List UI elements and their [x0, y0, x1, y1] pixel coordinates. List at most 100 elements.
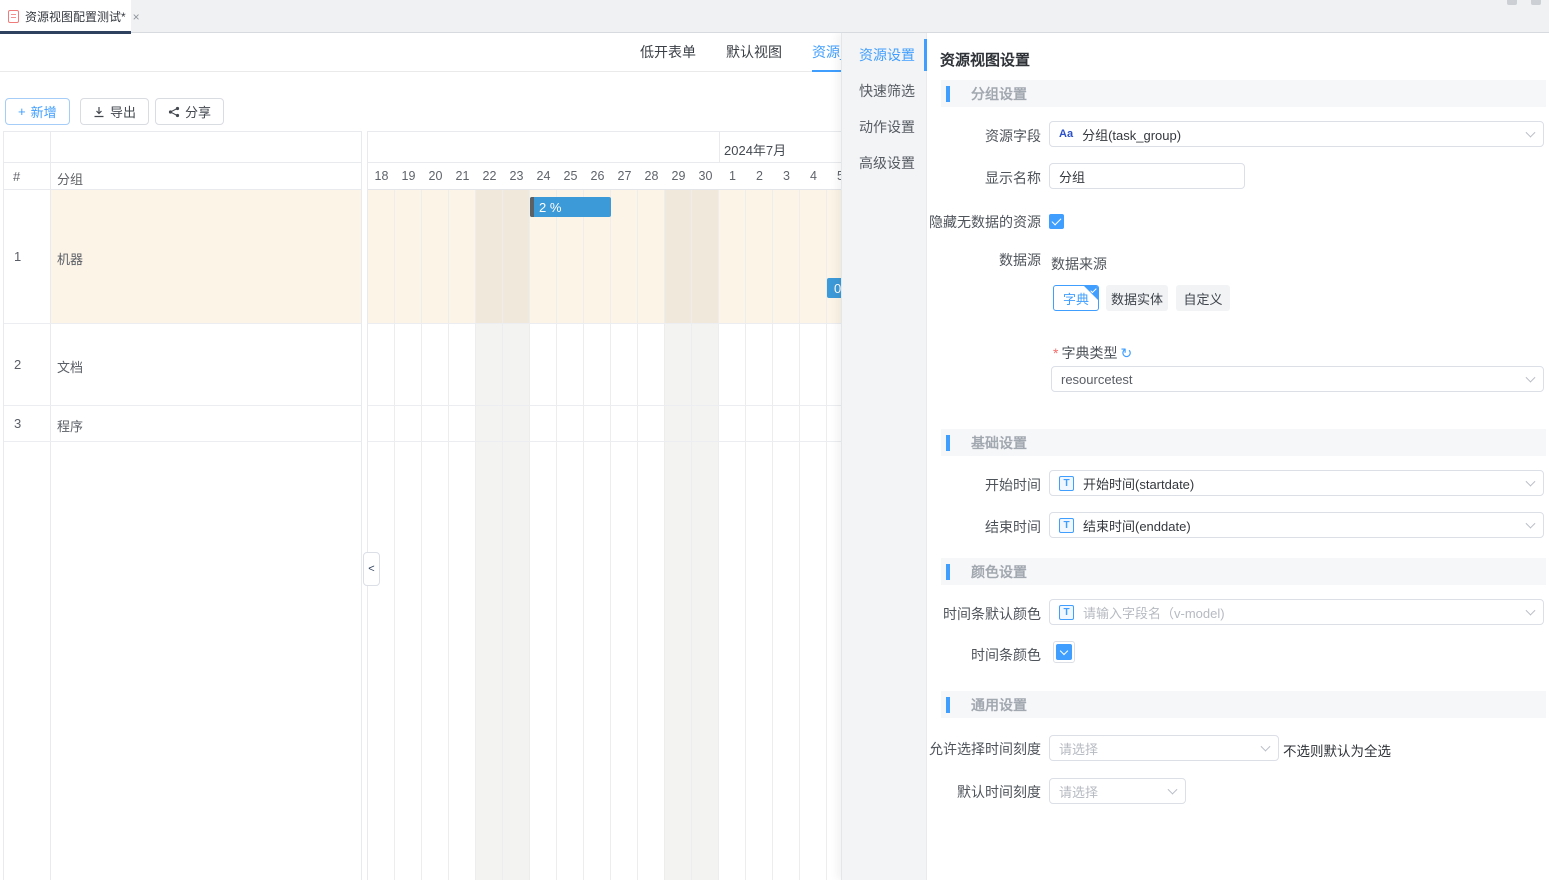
day-label: 1 [719, 169, 746, 189]
tab-default-view[interactable]: 默认视图 [726, 33, 782, 72]
month-label: 2024年7月 [724, 140, 786, 159]
start-time-value: 开始时间(startdate) [1083, 474, 1194, 493]
default-scale-placeholder: 请选择 [1059, 782, 1098, 801]
datasource-option-entity[interactable]: 数据实体 [1106, 285, 1168, 311]
gantt-resource-table: # 分组 1 机器 2 文档 3 程序 [3, 131, 362, 880]
display-name-value: 分组 [1059, 167, 1085, 186]
chevron-down-icon [1526, 373, 1536, 383]
section-header-group: 分组设置 [941, 80, 1546, 107]
bar-color-label: 时间条颜色 [927, 645, 1041, 665]
datasource-option-custom[interactable]: 自定义 [1176, 285, 1230, 311]
selected-row-highlight [51, 190, 361, 323]
row-divider [4, 323, 361, 324]
day-label: 4 [800, 169, 827, 189]
header-divider [368, 189, 843, 190]
day-label: 25 [557, 169, 584, 189]
day-label: 21 [449, 169, 476, 189]
dict-type-value: resourcetest [1061, 372, 1133, 387]
bar-label: 2 % [539, 200, 561, 215]
menu-item-quick-filter[interactable]: 快速筛选 [842, 73, 926, 109]
day-label: 2 [746, 169, 773, 189]
column-header-group: 分组 [57, 169, 83, 188]
default-scale-label: 默认时间刻度 [927, 782, 1041, 802]
active-tab-underline [0, 31, 131, 34]
export-button-label: 导出 [110, 102, 136, 121]
bar-color-picker[interactable] [1053, 641, 1075, 663]
add-button[interactable]: + 新增 [5, 98, 70, 125]
titlebar-icon [1507, 0, 1517, 5]
tab-lowcode-form[interactable]: 低开表单 [640, 33, 696, 72]
section-title: 通用设置 [971, 695, 1027, 715]
section-header-basic: 基础设置 [941, 429, 1546, 456]
menu-item-advanced-settings[interactable]: 高级设置 [842, 145, 926, 181]
allow-scale-hint: 不选则默认为全选 [1283, 740, 1391, 760]
gantt-bar[interactable]: 2 % [530, 197, 611, 217]
window-tabbar: 资源视图配置测试* × [0, 0, 1549, 33]
start-time-select[interactable]: T 开始时间(startdate) [1049, 470, 1544, 496]
tab-title: 资源视图配置测试* [25, 8, 126, 25]
gantt-timeline: 2024年7月 1819202122232425262728293012345 … [367, 131, 843, 880]
color-swatch [1056, 644, 1072, 660]
section-title: 基础设置 [971, 433, 1027, 453]
day-label: 30 [692, 169, 719, 189]
add-button-label: 新增 [31, 102, 57, 121]
hide-empty-label: 隐藏无数据的资源 [927, 212, 1041, 232]
end-time-value: 结束时间(enddate) [1083, 516, 1191, 535]
bar-resize-handle[interactable] [530, 197, 534, 217]
allow-scale-select[interactable]: 请选择 [1049, 735, 1279, 761]
section-accent-bar [946, 86, 950, 102]
plus-icon: + [18, 104, 26, 119]
row-group-name[interactable]: 文档 [57, 357, 83, 376]
day-label: 24 [530, 169, 557, 189]
dict-type-label: 字典类型 [1061, 345, 1117, 361]
chevron-down-icon [1261, 742, 1271, 752]
day-label: 20 [422, 169, 449, 189]
day-label: 28 [638, 169, 665, 189]
chevron-left-icon: < [368, 563, 374, 575]
datasource-option-dict[interactable]: 字典 [1053, 285, 1099, 311]
row-divider [368, 323, 843, 324]
text-field-type-icon: Aa [1059, 128, 1073, 140]
menu-item-action-settings[interactable]: 动作设置 [842, 109, 926, 145]
day-label: 18 [368, 169, 395, 189]
menu-item-resource-settings[interactable]: 资源设置 [842, 37, 926, 73]
day-label: 22 [476, 169, 503, 189]
end-time-label: 结束时间 [927, 517, 1041, 537]
section-title: 分组设置 [971, 84, 1027, 104]
chevron-down-icon [1526, 128, 1536, 138]
date-field-type-icon: T [1059, 476, 1074, 491]
resource-field-select[interactable]: Aa 分组(task_group) [1049, 121, 1544, 147]
export-button[interactable]: 导出 [80, 98, 149, 125]
section-header-color: 颜色设置 [941, 558, 1546, 585]
header-divider [368, 162, 843, 163]
share-button-label: 分享 [185, 102, 211, 121]
tab-resource-view-config[interactable]: 资源视图配置测试* × [0, 0, 131, 33]
day-label: 23 [503, 169, 530, 189]
default-bar-color-label: 时间条默认颜色 [927, 604, 1041, 624]
default-scale-select[interactable]: 请选择 [1049, 778, 1186, 804]
document-icon [8, 10, 19, 23]
row-group-name[interactable]: 程序 [57, 416, 83, 435]
close-icon[interactable]: × [133, 10, 140, 24]
share-button[interactable]: 分享 [155, 98, 224, 125]
row-index: 3 [14, 416, 21, 431]
day-label: 3 [773, 169, 800, 189]
dict-type-select[interactable]: resourcetest [1051, 366, 1544, 392]
chevron-down-icon [1526, 606, 1536, 616]
display-name-input[interactable]: 分组 [1049, 163, 1245, 189]
chevron-down-icon [1526, 519, 1536, 529]
end-time-select[interactable]: T 结束时间(enddate) [1049, 512, 1544, 538]
share-icon [168, 106, 180, 118]
row-group-name[interactable]: 机器 [57, 249, 83, 268]
refresh-icon[interactable]: ↻ [1120, 345, 1132, 361]
default-bar-color-select[interactable]: T 请输入字段名（v-model) [1049, 599, 1544, 625]
titlebar-icon [1531, 0, 1541, 5]
hide-empty-checkbox[interactable] [1049, 214, 1064, 229]
row-divider [368, 441, 843, 442]
section-title: 颜色设置 [971, 562, 1027, 582]
chevron-down-icon [1168, 785, 1178, 795]
column-header-index: # [13, 169, 20, 184]
settings-panel: 资源视图设置 分组设置 资源字段 Aa 分组(task_group) 显示名称 … [927, 33, 1549, 880]
day-label: 26 [584, 169, 611, 189]
collapse-panel-button[interactable]: < [363, 552, 380, 586]
